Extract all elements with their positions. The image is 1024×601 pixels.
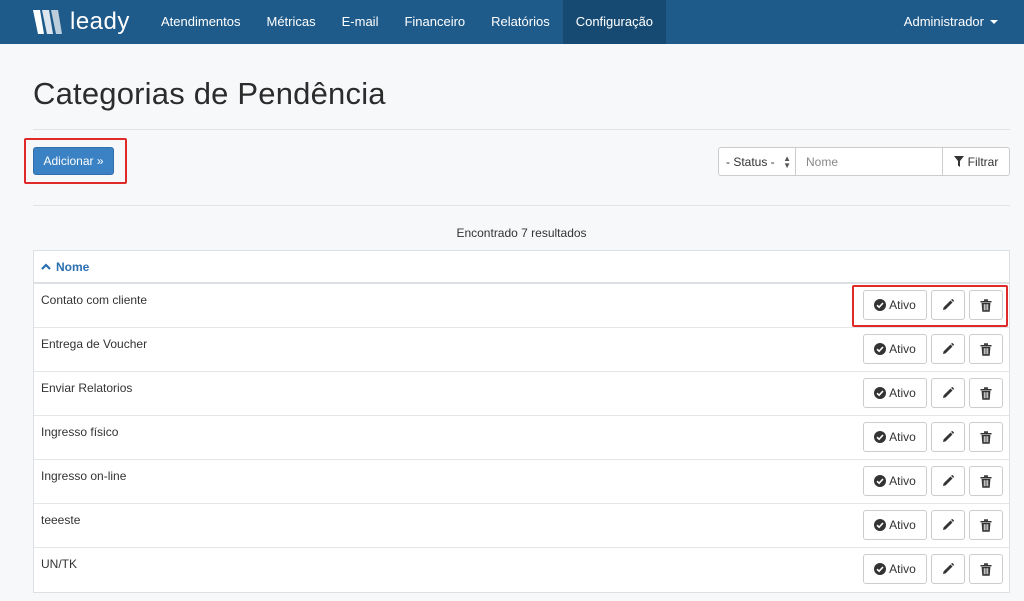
check-circle-icon <box>874 431 887 443</box>
category-name: Contato com cliente <box>41 293 148 307</box>
category-name: Entrega de Voucher <box>41 337 148 351</box>
status-label: Ativo <box>889 430 916 444</box>
status-toggle-button[interactable]: Ativo <box>863 466 927 496</box>
add-button[interactable]: Adicionar » <box>33 147 114 175</box>
delete-button[interactable] <box>969 466 1003 496</box>
delete-button[interactable] <box>969 554 1003 584</box>
check-circle-icon <box>874 563 887 575</box>
status-label: Ativo <box>889 518 916 532</box>
table-row: UN/TK Ativo <box>34 548 1009 592</box>
status-select-value: - Status - <box>726 154 775 169</box>
status-toggle-button[interactable]: Ativo <box>863 422 927 452</box>
check-circle-icon <box>874 387 887 399</box>
filter-bar: - Status - ▲▼ Filtrar <box>718 147 1010 176</box>
sort-by-name-header[interactable]: Nome <box>34 251 1009 284</box>
row-actions: Ativo <box>863 378 1003 408</box>
divider <box>33 129 1010 130</box>
top-navbar: leady Atendimentos Métricas E-mail Financei… <box>0 0 1024 44</box>
leady-logo-icon <box>33 10 62 34</box>
status-label: Ativo <box>889 342 916 356</box>
row-actions: Ativo <box>863 334 1003 364</box>
status-toggle-button[interactable]: Ativo <box>863 510 927 540</box>
brand-name: leady <box>70 8 130 35</box>
row-actions: Ativo <box>863 422 1003 452</box>
status-toggle-button[interactable]: Ativo <box>863 334 927 364</box>
category-name: Ingresso físico <box>41 425 119 439</box>
delete-button[interactable] <box>969 422 1003 452</box>
edit-button[interactable] <box>931 510 965 540</box>
table-row: Entrega de Voucher Ativo <box>34 328 1009 372</box>
status-toggle-button[interactable]: Ativo <box>863 554 927 584</box>
highlight-box <box>852 285 1008 327</box>
check-circle-icon <box>874 519 887 531</box>
pencil-icon <box>943 387 954 398</box>
row-actions: Ativo <box>863 466 1003 496</box>
nav-item-financeiro[interactable]: Financeiro <box>391 0 478 44</box>
category-name: Ingresso on-line <box>41 469 127 483</box>
brand-logo[interactable]: leady <box>0 0 148 44</box>
trash-icon <box>980 386 992 400</box>
pencil-icon <box>943 563 954 574</box>
pencil-icon <box>943 475 954 486</box>
delete-button[interactable] <box>969 334 1003 364</box>
edit-button[interactable] <box>931 378 965 408</box>
category-name: Enviar Relatorios <box>41 381 133 395</box>
nav-item-configuracao[interactable]: Configuração <box>562 0 667 44</box>
category-name: teeeste <box>41 513 81 527</box>
chevron-up-icon <box>41 263 51 270</box>
table-row: teeeste Ativo <box>34 504 1009 548</box>
filter-button-label: Filtrar <box>967 154 999 169</box>
pencil-icon <box>943 519 954 530</box>
divider <box>33 205 1010 206</box>
status-toggle-button[interactable]: Ativo <box>863 378 927 408</box>
table-body: Contato com cliente Ativo Entrega de Vou… <box>34 284 1009 592</box>
edit-button[interactable] <box>931 466 965 496</box>
status-select[interactable]: - Status - ▲ ▼ <box>718 147 796 176</box>
select-arrows-icon: ▲ ▼ <box>783 153 791 170</box>
trash-icon <box>980 562 992 576</box>
filter-icon <box>953 156 964 167</box>
status-label: Ativo <box>889 386 916 400</box>
trash-icon <box>980 474 992 488</box>
check-circle-icon <box>874 343 887 355</box>
delete-button[interactable] <box>969 510 1003 540</box>
trash-icon <box>980 430 992 444</box>
user-name: Administrador <box>903 14 984 29</box>
status-label: Ativo <box>889 474 916 488</box>
page-title: Categorias de Pendência <box>33 76 386 111</box>
nav-item-atendimentos[interactable]: Atendimentos <box>148 0 254 44</box>
trash-icon <box>980 342 992 356</box>
nav-menu: Atendimentos Métricas E-mail Financeiro Rela… <box>148 0 667 44</box>
nav-item-metricas[interactable]: Métricas <box>254 0 329 44</box>
table-row: Ingresso físico Ativo <box>34 416 1009 460</box>
nav-item-e-mail[interactable]: E-mail <box>329 0 392 44</box>
delete-button[interactable] <box>969 378 1003 408</box>
filter-button[interactable]: Filtrar <box>943 147 1010 176</box>
pencil-icon <box>943 431 954 442</box>
check-circle-icon <box>874 475 887 487</box>
edit-button[interactable] <box>931 334 965 364</box>
user-menu[interactable]: Administrador <box>904 0 998 44</box>
edit-button[interactable] <box>931 554 965 584</box>
caret-down-icon <box>990 20 998 24</box>
row-actions: Ativo <box>863 554 1003 584</box>
table-row: Ingresso on-line Ativo <box>34 460 1009 504</box>
edit-button[interactable] <box>931 422 965 452</box>
results-count: Encontrado 7 resultados <box>456 226 587 240</box>
row-actions: Ativo <box>863 510 1003 540</box>
table-row: Enviar Relatorios Ativo <box>34 372 1009 416</box>
category-name: UN/TK <box>41 557 77 571</box>
pencil-icon <box>943 343 954 354</box>
status-label: Ativo <box>889 562 916 576</box>
column-header-name: Nome <box>56 259 90 274</box>
nav-item-relatorios[interactable]: Relatórios <box>478 0 563 44</box>
name-search-input[interactable] <box>796 147 943 176</box>
trash-icon <box>980 518 992 532</box>
